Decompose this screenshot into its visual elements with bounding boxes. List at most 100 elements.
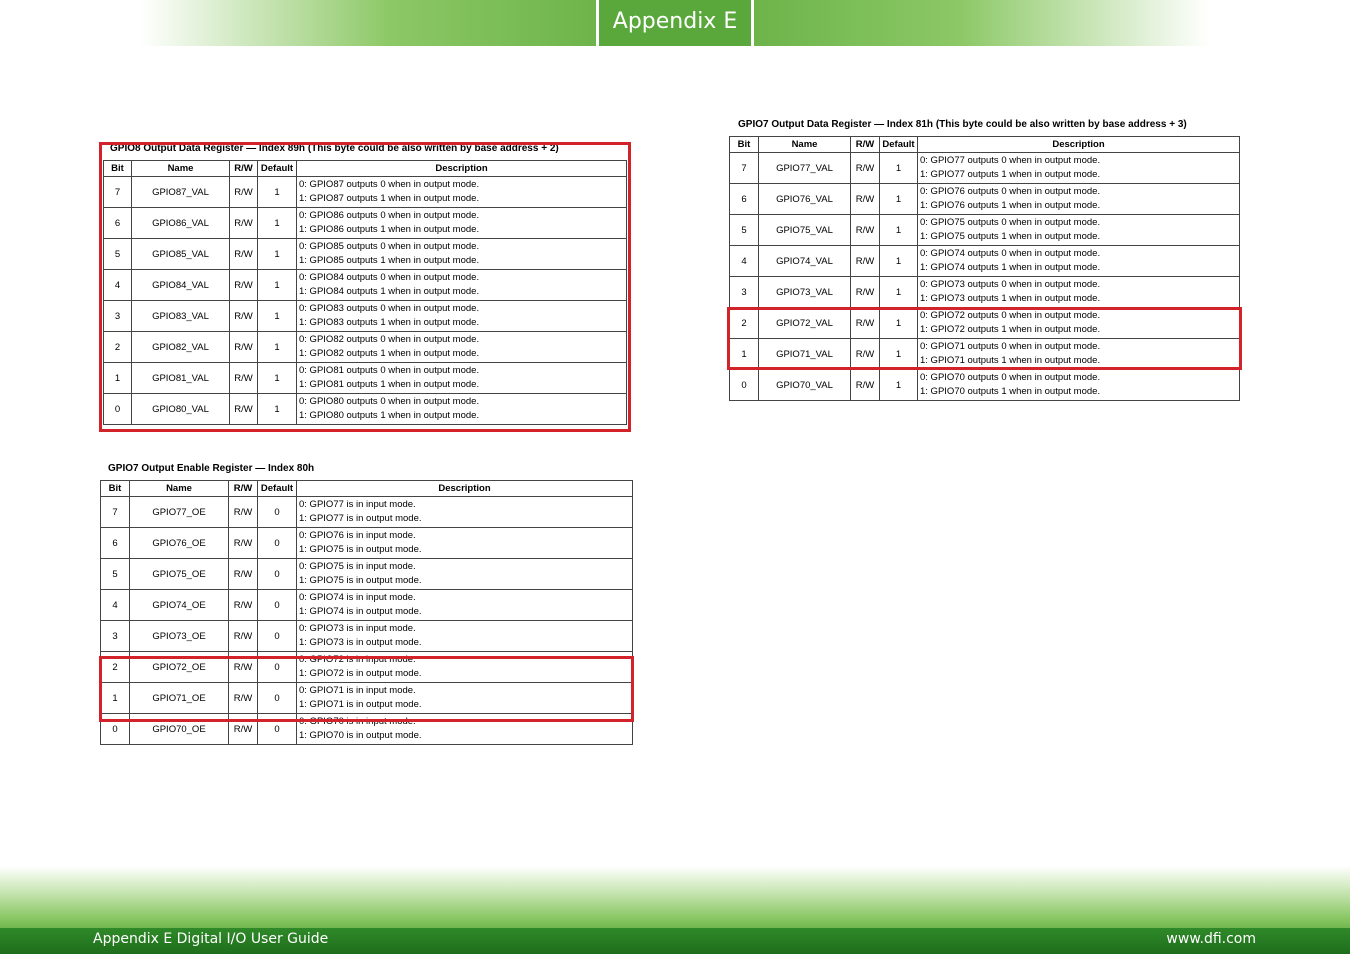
description-line: 0: GPIO86 outputs 0 when in output mode. [299, 210, 480, 221]
cell-rw: R/W [228, 558, 258, 590]
description-line: 0: GPIO75 is in input mode. [299, 561, 416, 572]
gpio7-enable-table: Bit Name R/W Default Description 7 GPIO77… [100, 480, 633, 745]
description-line: 1: GPIO74 is in output mode. [299, 606, 422, 617]
cell-rw: R/W [228, 682, 258, 714]
cell-rw: R/W [228, 496, 258, 528]
table-row: 1 GPIO71_OE R/W 0 0: GPIO71 is in input mode… [100, 682, 633, 714]
cell-rw: R/W [850, 183, 880, 215]
cell-name: GPIO72_VAL [758, 307, 851, 339]
cell-name: GPIO77_OE [129, 496, 229, 528]
cell-name: GPIO76_OE [129, 527, 229, 559]
cell-rw: R/W [228, 620, 258, 652]
table-row: 5 GPIO85_VAL R/W 1 0: GPIO85 outputs 0 when … [103, 238, 627, 270]
table-row: 4 GPIO74_VAL R/W 1 0: GPIO74 outputs 0 when … [729, 245, 1240, 277]
description-line: 0: GPIO74 is in input mode. [299, 592, 416, 603]
table-row: 7 GPIO77_OE R/W 0 0: GPIO77 is in input mode… [100, 496, 633, 528]
cell-description: 0: GPIO75 is in input mode. 1: GPIO75 is … [296, 558, 633, 590]
cell-bit: 1 [103, 362, 132, 394]
cell-bit: 3 [729, 276, 759, 308]
cell-bit: 1 [729, 338, 759, 370]
cell-rw: R/W [229, 269, 258, 301]
description-line: 0: GPIO84 outputs 0 when in output mode. [299, 272, 480, 283]
description-line: 0: GPIO71 outputs 0 when in output mode. [920, 341, 1101, 352]
footer-guide-title: Appendix E Digital I/O User Guide [93, 931, 329, 947]
table-row: 3 GPIO73_OE R/W 0 0: GPIO73 is in input mode… [100, 620, 633, 652]
description-line: 1: GPIO73 outputs 1 when in output mode. [920, 293, 1101, 304]
cell-description: 0: GPIO70 is in input mode. 1: GPIO70 is … [296, 713, 633, 745]
cell-name: GPIO80_VAL [131, 393, 230, 425]
col-default: Default [257, 160, 297, 177]
cell-bit: 2 [100, 651, 130, 683]
cell-description: 0: GPIO77 is in input mode. 1: GPIO77 is … [296, 496, 633, 528]
cell-default: 0 [257, 713, 297, 745]
cell-default: 1 [879, 183, 918, 215]
col-description: Description [917, 136, 1240, 153]
cell-description: 0: GPIO76 outputs 0 when in output mode.… [917, 183, 1240, 215]
cell-bit: 5 [100, 558, 130, 590]
cell-bit: 6 [103, 207, 132, 239]
description-line: 1: GPIO77 is in output mode. [299, 513, 422, 524]
cell-name: GPIO75_OE [129, 558, 229, 590]
cell-name: GPIO74_OE [129, 589, 229, 621]
description-line: 1: GPIO71 outputs 1 when in output mode. [920, 355, 1101, 366]
header-band-right [754, 0, 1210, 46]
cell-name: GPIO72_OE [129, 651, 229, 683]
cell-bit: 0 [103, 393, 132, 425]
cell-description: 0: GPIO70 outputs 0 when in output mode.… [917, 369, 1240, 401]
cell-bit: 7 [100, 496, 130, 528]
table-row: 5 GPIO75_VAL R/W 1 0: GPIO75 outputs 0 when … [729, 214, 1240, 246]
description-line: 0: GPIO72 outputs 0 when in output mode. [920, 310, 1101, 321]
description-line: 0: GPIO83 outputs 0 when in output mode. [299, 303, 480, 314]
cell-description: 0: GPIO75 outputs 0 when in output mode.… [917, 214, 1240, 246]
cell-default: 0 [257, 651, 297, 683]
col-name: Name [129, 480, 229, 497]
cell-rw: R/W [850, 276, 880, 308]
gpio7-enable-caption: GPIO7 Output Enable Register — Index 80h [108, 463, 315, 474]
cell-bit: 0 [729, 369, 759, 401]
cell-name: GPIO82_VAL [131, 331, 230, 363]
cell-description: 0: GPIO80 outputs 0 when in output mode.… [296, 393, 627, 425]
description-line: 1: GPIO82 outputs 1 when in output mode. [299, 348, 480, 359]
cell-bit: 2 [729, 307, 759, 339]
description-line: 1: GPIO70 outputs 1 when in output mode. [920, 386, 1101, 397]
description-line: 0: GPIO75 outputs 0 when in output mode. [920, 217, 1101, 228]
description-line: 1: GPIO75 outputs 1 when in output mode. [920, 231, 1101, 242]
cell-default: 1 [879, 245, 918, 277]
description-line: 1: GPIO70 is in output mode. [299, 730, 422, 741]
description-line: 0: GPIO80 outputs 0 when in output mode. [299, 396, 480, 407]
cell-bit: 7 [103, 176, 132, 208]
cell-default: 0 [257, 589, 297, 621]
cell-name: GPIO77_VAL [758, 152, 851, 184]
cell-description: 0: GPIO82 outputs 0 when in output mode.… [296, 331, 627, 363]
col-bit: Bit [100, 480, 130, 497]
table-row: 2 GPIO82_VAL R/W 1 0: GPIO82 outputs 0 when … [103, 331, 627, 363]
cell-name: GPIO84_VAL [131, 269, 230, 301]
description-line: 0: GPIO76 outputs 0 when in output mode. [920, 186, 1101, 197]
cell-name: GPIO76_VAL [758, 183, 851, 215]
description-line: 1: GPIO86 outputs 1 when in output mode. [299, 224, 480, 235]
cell-description: 0: GPIO76 is in input mode. 1: GPIO75 is … [296, 527, 633, 559]
description-line: 0: GPIO85 outputs 0 when in output mode. [299, 241, 480, 252]
cell-name: GPIO73_VAL [758, 276, 851, 308]
cell-rw: R/W [228, 651, 258, 683]
cell-default: 1 [257, 269, 297, 301]
description-line: 0: GPIO73 is in input mode. [299, 623, 416, 634]
cell-bit: 4 [100, 589, 130, 621]
description-line: 1: GPIO84 outputs 1 when in output mode. [299, 286, 480, 297]
cell-rw: R/W [228, 713, 258, 745]
description-line: 0: GPIO81 outputs 0 when in output mode. [299, 365, 480, 376]
table-row: 0 GPIO80_VAL R/W 1 0: GPIO80 outputs 0 when … [103, 393, 627, 425]
description-line: 0: GPIO77 outputs 0 when in output mode. [920, 155, 1101, 166]
table-row: 2 GPIO72_OE R/W 0 0: GPIO72 is in input mode… [100, 651, 633, 683]
footer-band [0, 866, 1350, 930]
col-name: Name [131, 160, 230, 177]
table-row: 6 GPIO86_VAL R/W 1 0: GPIO86 outputs 0 when … [103, 207, 627, 239]
cell-name: GPIO86_VAL [131, 207, 230, 239]
cell-rw: R/W [850, 338, 880, 370]
cell-default: 1 [879, 369, 918, 401]
cell-bit: 5 [729, 214, 759, 246]
cell-default: 1 [257, 300, 297, 332]
description-line: 1: GPIO73 is in output mode. [299, 637, 422, 648]
table-header-row: Bit Name R/W Default Description [729, 136, 1240, 153]
table-row: 3 GPIO83_VAL R/W 1 0: GPIO83 outputs 0 when … [103, 300, 627, 332]
